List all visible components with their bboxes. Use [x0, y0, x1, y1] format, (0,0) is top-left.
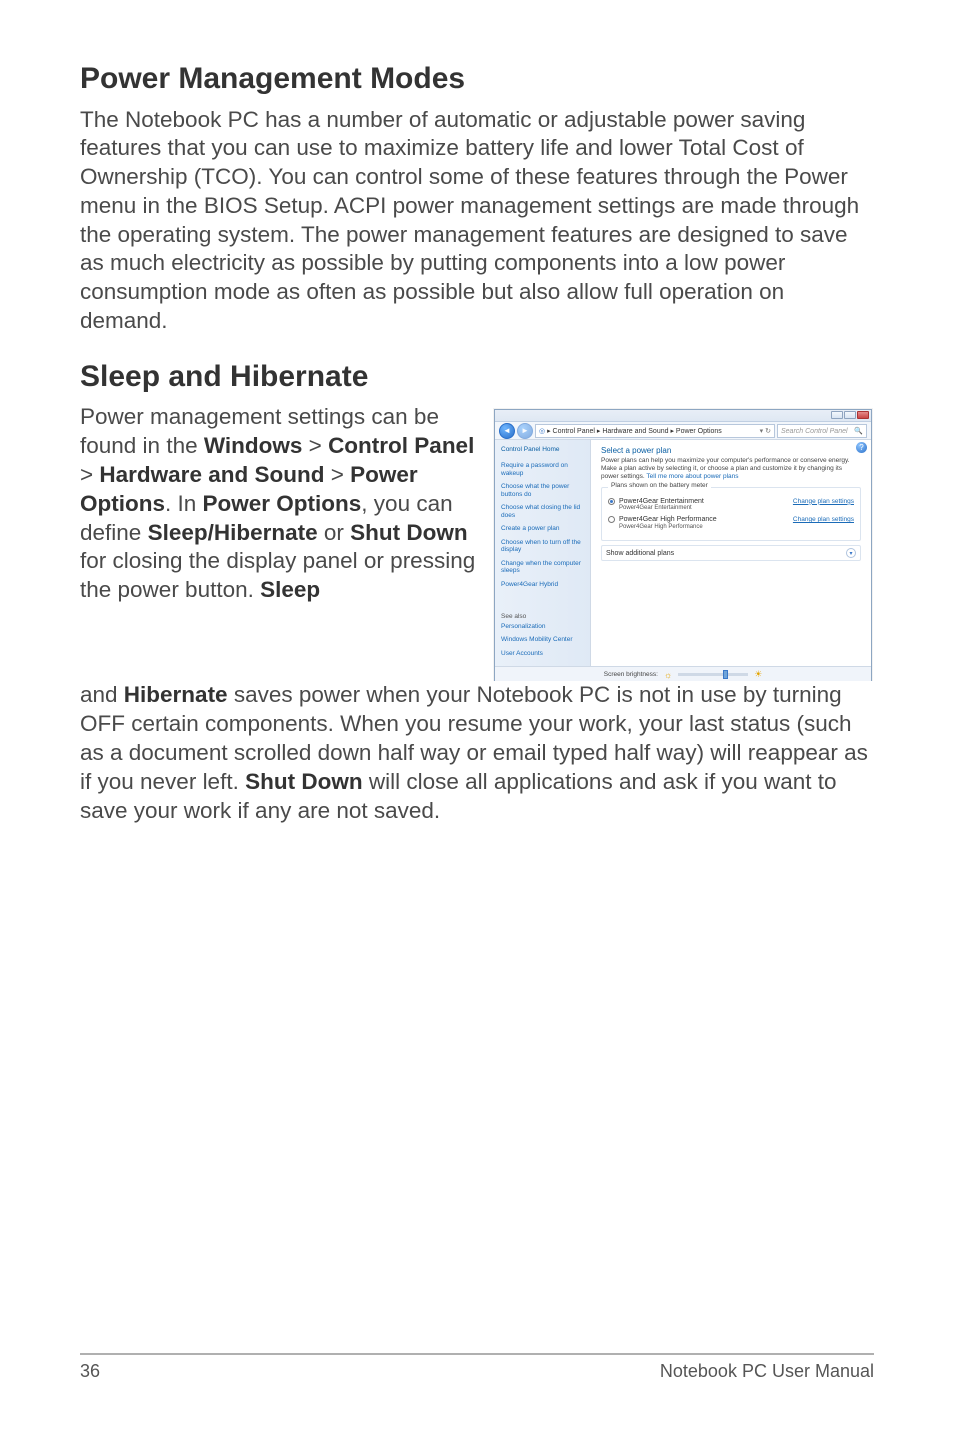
sidebar-item-turn-off-display[interactable]: Choose when to turn off the display — [501, 539, 584, 554]
paragraph-sleep-left: Power management settings can be found i… — [80, 403, 482, 605]
bold-shut-down: Shut Down — [350, 520, 467, 545]
brightness-label: Screen brightness: — [604, 671, 658, 678]
search-placeholder: Search Control Panel — [781, 428, 848, 435]
breadcrumb-text: ▸ Control Panel ▸ Hardware and Sound ▸ P… — [547, 428, 722, 435]
document-page: Power Management Modes The Notebook PC h… — [0, 0, 954, 1438]
forward-button[interactable]: ► — [517, 423, 533, 439]
link-change-plan-2[interactable]: Change plan settings — [793, 516, 854, 523]
page-footer: 36 Notebook PC User Manual — [80, 1353, 874, 1382]
sidebar-item-create-plan[interactable]: Create a power plan — [501, 525, 584, 532]
bold-power-options-2: Power Options — [203, 491, 362, 516]
plan-entertainment[interactable]: Power4Gear Entertainment Power4Gear Ente… — [608, 498, 854, 512]
slider-thumb[interactable] — [723, 670, 728, 679]
radio-entertainment[interactable] — [608, 498, 615, 505]
heading-sleep-hibernate: Sleep and Hibernate — [80, 358, 874, 396]
chevron-down-icon: ▾ — [846, 548, 856, 558]
explorer-navbar: ◄ ► ◎ ▸ Control Panel ▸ Hardware and Sou… — [495, 422, 871, 440]
help-icon[interactable]: ? — [856, 442, 867, 453]
search-input[interactable]: Search Control Panel 🔍 — [777, 424, 867, 438]
sidebar-item-power4gear[interactable]: Power4Gear Hybrid — [501, 581, 584, 588]
groupbox-legend: Plans shown on the battery meter — [608, 482, 711, 489]
radio-high-performance[interactable] — [608, 516, 615, 523]
bold-hardware-and-sound: Hardware and Sound — [99, 462, 324, 487]
link-change-plan-1[interactable]: Change plan settings — [793, 498, 854, 505]
sidebar: Control Panel Home Require a password on… — [495, 440, 591, 666]
main-title: Select a power plan — [601, 446, 861, 455]
plan-entertainment-sub: Power4Gear Entertainment — [619, 505, 704, 512]
text-run: . In — [165, 491, 203, 516]
sidebar-item-closing-lid[interactable]: Choose what closing the lid does — [501, 504, 584, 519]
brightness-slider[interactable] — [678, 673, 748, 676]
show-additional-label: Show additional plans — [606, 550, 674, 557]
bold-sleep-hibernate: Sleep/Hibernate — [148, 520, 318, 545]
bold-shut-down-2: Shut Down — [245, 769, 362, 794]
screenshot-power-options: ◄ ► ◎ ▸ Control Panel ▸ Hardware and Sou… — [494, 409, 872, 681]
brightness-bar: Screen brightness: ☼ ☀ — [495, 666, 871, 681]
control-panel-icon: ◎ — [539, 428, 545, 435]
paragraph-sleep-cont: and Hibernate saves power when your Note… — [80, 681, 874, 825]
see-also-user-accounts[interactable]: User Accounts — [501, 650, 584, 657]
bold-hibernate: Hibernate — [124, 682, 228, 707]
plan-high-performance[interactable]: Power4Gear High Performance Power4Gear H… — [608, 516, 854, 530]
main-description: Power plans can help you maximize your c… — [601, 457, 861, 480]
back-button[interactable]: ◄ — [499, 423, 515, 439]
breadcrumb[interactable]: ◎ ▸ Control Panel ▸ Hardware and Sound ▸… — [535, 424, 775, 438]
link-tell-me-more[interactable]: Tell me more about power plans — [646, 473, 738, 480]
main-pane: ? Select a power plan Power plans can he… — [591, 440, 871, 666]
bold-sleep: Sleep — [260, 577, 320, 602]
plan-highperf-sub: Power4Gear High Performance — [619, 524, 717, 531]
plans-groupbox: Plans shown on the battery meter Power4G… — [601, 487, 861, 542]
sidebar-item-require-password[interactable]: Require a password on wakeup — [501, 462, 584, 477]
bold-windows: Windows — [204, 433, 303, 458]
refresh-icon[interactable]: ▾ ↻ — [760, 425, 771, 438]
paragraph-power-management: The Notebook PC has a number of automati… — [80, 106, 874, 336]
sidebar-home-link[interactable]: Control Panel Home — [501, 446, 584, 453]
heading-power-management: Power Management Modes — [80, 60, 874, 98]
sun-bright-icon: ☀ — [754, 669, 762, 680]
see-also-label: See also — [501, 613, 584, 620]
see-also-personalization[interactable]: Personalization — [501, 623, 584, 630]
plan-entertainment-name: Power4Gear Entertainment — [619, 498, 704, 505]
text-run: > — [302, 433, 328, 458]
close-button[interactable] — [857, 411, 869, 419]
sun-dim-icon: ☼ — [664, 670, 672, 680]
maximize-button[interactable] — [844, 411, 856, 419]
manual-title: Notebook PC User Manual — [660, 1361, 874, 1382]
text-run: and — [80, 682, 124, 707]
search-icon: 🔍 — [854, 425, 863, 438]
window-titlebar — [495, 410, 871, 422]
text-run: or — [318, 520, 351, 545]
minimize-button[interactable] — [831, 411, 843, 419]
text-run: > — [324, 462, 350, 487]
text-run: > — [80, 462, 99, 487]
sidebar-item-computer-sleeps[interactable]: Change when the computer sleeps — [501, 560, 584, 575]
show-additional-plans[interactable]: Show additional plans ▾ — [601, 545, 861, 561]
see-also-mobility-center[interactable]: Windows Mobility Center — [501, 636, 584, 643]
page-number: 36 — [80, 1361, 100, 1382]
sidebar-item-power-buttons[interactable]: Choose what the power buttons do — [501, 483, 584, 498]
plan-highperf-name: Power4Gear High Performance — [619, 516, 717, 523]
bold-control-panel: Control Panel — [328, 433, 474, 458]
section-sleep-hibernate: Sleep and Hibernate Power management set… — [80, 358, 874, 825]
